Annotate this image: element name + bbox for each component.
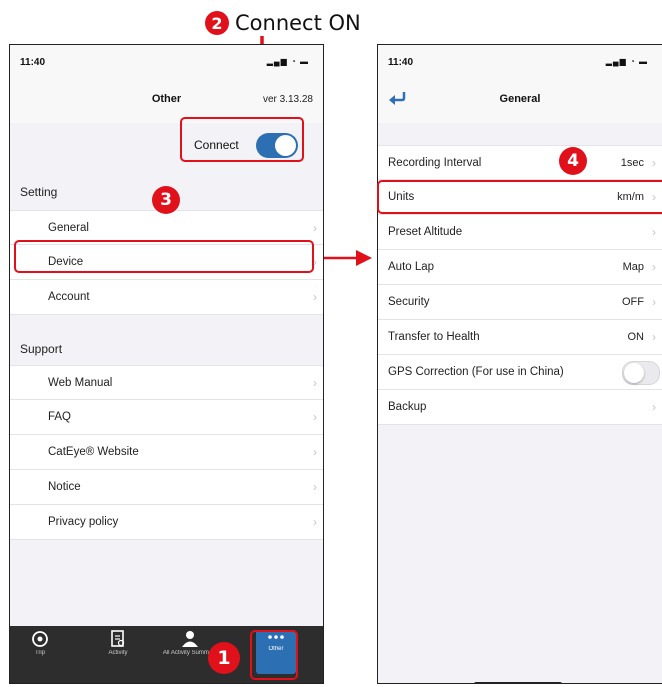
home-indicator (114, 683, 218, 684)
step-3-badge: 3 (152, 186, 180, 214)
setting-label: Backup (388, 401, 427, 413)
menu-item-label: Notice (48, 481, 81, 493)
setting-label: Security (388, 296, 430, 308)
menu-item-label: FAQ (48, 411, 72, 423)
chevron-right-icon: › (313, 410, 317, 424)
setting-row-auto-lap[interactable]: Auto Lap Map › (378, 250, 662, 285)
right-arrow-head (356, 250, 372, 266)
setting-label: GPS Correction (For use in China) (388, 366, 564, 378)
general-highlight (14, 240, 314, 273)
menu-item-label: General (48, 222, 89, 234)
chevron-right-icon: › (652, 330, 656, 344)
step-1-badge: 1 (208, 642, 240, 674)
menu-item-label: Privacy policy (48, 516, 119, 528)
tab-label: Trip (34, 650, 46, 656)
chevron-right-icon: › (652, 225, 656, 239)
setting-row-recording-interval[interactable]: Recording Interval 1sec › (378, 145, 662, 180)
setting-label: Recording Interval (388, 157, 482, 169)
setting-row-gps-correction: GPS Correction (For use in China) (378, 355, 662, 390)
nav-bar: General (378, 79, 662, 124)
chevron-right-icon: › (313, 376, 317, 390)
menu-item-label: CatEye® Website (48, 446, 139, 458)
chevron-right-icon: › (652, 156, 656, 170)
section-header-support: Support (20, 342, 63, 356)
setting-row-transfer-to-health[interactable]: Transfer to Health ON › (378, 320, 662, 355)
chevron-right-icon: › (313, 445, 317, 459)
chevron-right-icon: › (313, 221, 317, 235)
units-highlight (377, 180, 662, 214)
toggle-knob (624, 363, 644, 383)
menu-item-account[interactable]: Account › (10, 280, 323, 315)
activity-icon (111, 630, 125, 647)
chevron-right-icon: › (652, 260, 656, 274)
signal-wifi-battery-icon: ▂▄▆ ◔ ▬ (605, 57, 648, 66)
chevron-right-icon: › (313, 290, 317, 304)
chevron-right-icon: › (313, 515, 317, 529)
status-time: 11:40 (20, 57, 46, 68)
chevron-right-icon: › (652, 400, 656, 414)
menu-item-faq[interactable]: FAQ › (10, 400, 323, 435)
other-tab-highlight (250, 630, 298, 680)
tab-trip[interactable]: Trip (12, 630, 68, 656)
status-bar: 11:40 ▂▄▆ ◔ ▬ (378, 45, 662, 79)
setting-value: 1sec (620, 157, 644, 169)
signal-wifi-battery-icon: ▂▄▆ ◔ ▬ (266, 57, 309, 66)
version-label: ver 3.13.28 (262, 94, 313, 105)
chevron-right-icon: › (652, 295, 656, 309)
page-title: General (499, 93, 541, 105)
menu-item-notice[interactable]: Notice › (10, 470, 323, 505)
setting-value: ON (627, 331, 645, 343)
status-bar: 11:40 ▂▄▆ ◔ ▬ (10, 45, 323, 79)
general-screen: 11:40 ▂▄▆ ◔ ▬ General Recording Interval… (377, 44, 662, 684)
menu-item-label: Web Manual (48, 377, 113, 389)
status-time: 11:40 (388, 57, 414, 68)
tab-activity[interactable]: Activity (90, 630, 146, 656)
home-indicator (474, 682, 562, 683)
setting-label: Preset Altitude (388, 226, 463, 238)
menu-item-web-manual[interactable]: Web Manual › (10, 365, 323, 400)
setting-row-backup[interactable]: Backup › (378, 390, 662, 425)
setting-label: Transfer to Health (388, 331, 480, 343)
tab-label: Activity (108, 650, 128, 656)
menu-item-label: Account (48, 291, 90, 303)
chevron-right-icon: › (313, 480, 317, 494)
menu-item-cateye-website[interactable]: CatEye® Website › (10, 435, 323, 470)
setting-label: Auto Lap (388, 261, 435, 273)
trip-icon (32, 631, 48, 647)
connect-highlight (180, 117, 304, 162)
person-icon (182, 631, 198, 647)
menu-item-privacy-policy[interactable]: Privacy policy › (10, 505, 323, 540)
gps-correction-toggle[interactable] (622, 361, 660, 385)
setting-value: Map (622, 261, 644, 273)
setting-row-preset-altitude[interactable]: Preset Altitude › (378, 215, 662, 250)
setting-row-security[interactable]: Security OFF › (378, 285, 662, 320)
step-4-badge: 4 (559, 147, 587, 175)
setting-value: OFF (622, 296, 644, 308)
